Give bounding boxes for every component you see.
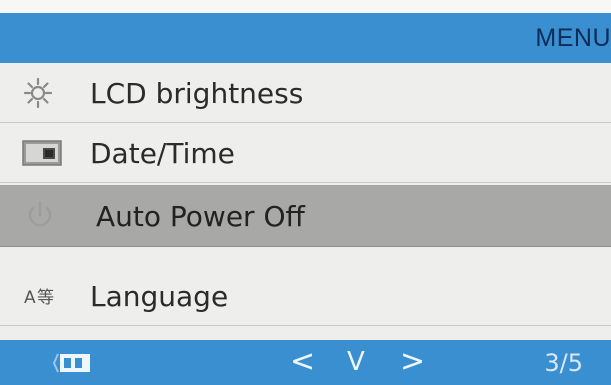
screen-top-edge — [0, 0, 611, 13]
svg-text:等: 等 — [37, 288, 54, 308]
brightness-sun-icon — [22, 76, 68, 110]
page-indicator: 3/5 — [544, 349, 583, 377]
power-off-icon — [22, 199, 68, 233]
device-menu-screen: MENU LCD brightness Date/Time Auto Power… — [0, 0, 611, 385]
menu-item-date-time[interactable]: Date/Time — [0, 123, 611, 183]
svg-text:A: A — [24, 288, 36, 308]
menu-item-lcd-brightness[interactable]: LCD brightness — [0, 63, 611, 123]
menu-title: MENU — [535, 24, 611, 52]
calendar-clock-icon — [22, 136, 68, 170]
menu-header-bar: MENU — [0, 13, 611, 63]
menu-footer-bar: < V > 3/5 — [0, 340, 611, 385]
menu-item-label: LCD brightness — [90, 77, 304, 110]
menu-item-label: Date/Time — [90, 137, 235, 170]
footer-gap — [0, 328, 611, 340]
menu-item-label: Auto Power Off — [96, 200, 305, 233]
language-icon: A 等 — [22, 279, 68, 313]
menu-item-language[interactable]: A 等 Language — [0, 266, 611, 326]
select-button[interactable]: V — [347, 347, 365, 377]
next-button[interactable]: > — [400, 344, 425, 379]
menu-list: LCD brightness Date/Time Auto Power Off … — [0, 63, 611, 328]
menu-item-auto-power-off[interactable]: Auto Power Off — [0, 185, 611, 247]
previous-button[interactable]: < — [290, 344, 315, 379]
menu-item-label: Language — [90, 280, 229, 313]
battery-icon — [50, 348, 100, 378]
